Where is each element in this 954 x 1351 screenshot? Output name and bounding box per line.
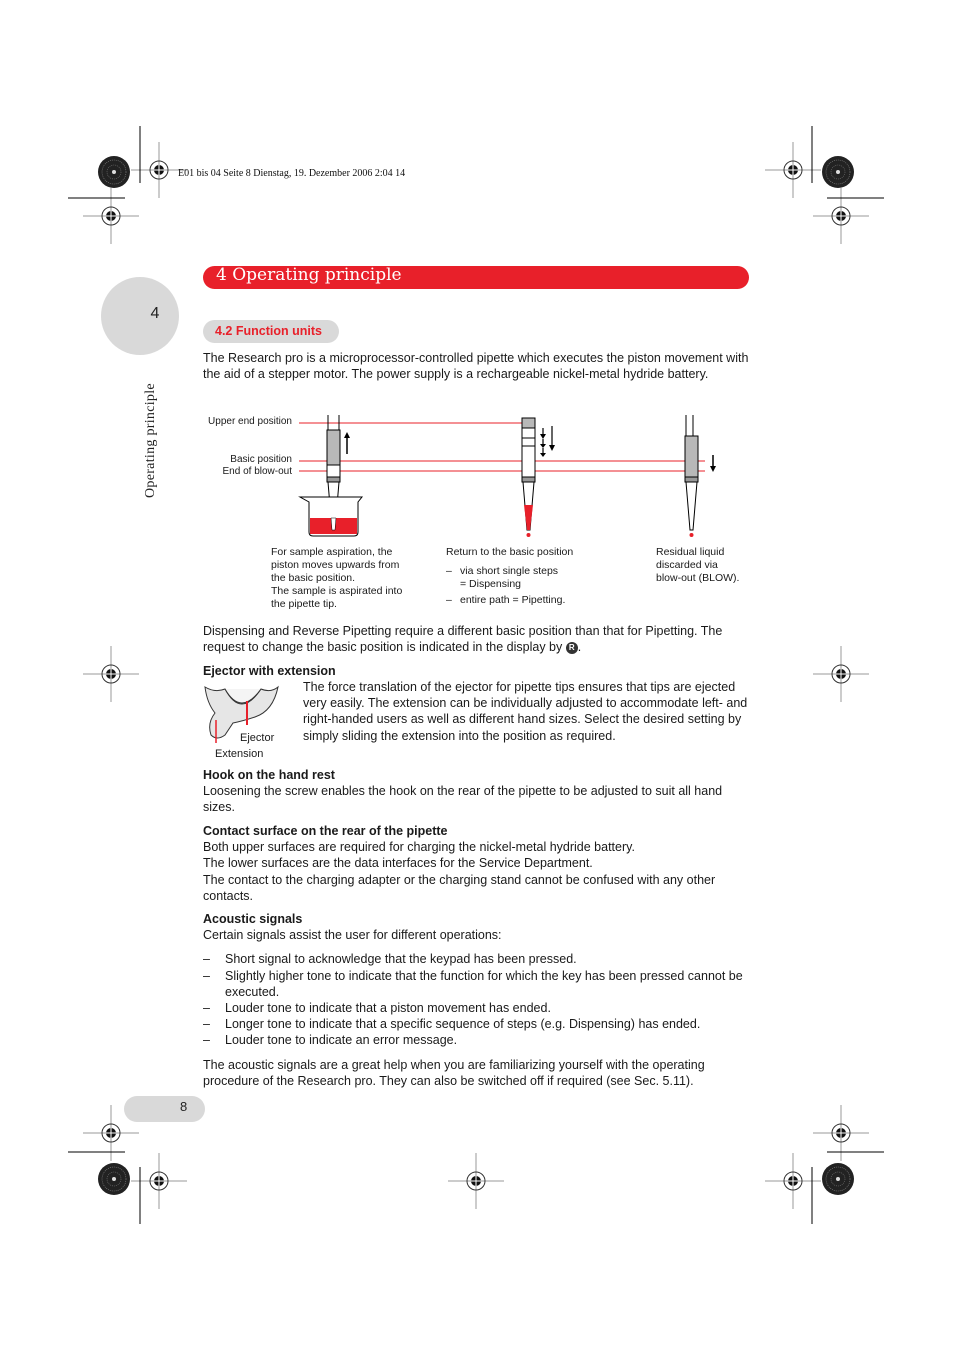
- r-display-icon: R: [565, 641, 578, 654]
- caption-aspiration: For sample aspiration, the piston moves …: [271, 546, 403, 610]
- label-basic-position: Basic position: [230, 454, 292, 465]
- contact-section: Contact surface on the rear of the pipet…: [203, 823, 753, 904]
- registration-mark-icon: [447, 1152, 505, 1210]
- dispensing-note: Dispensing and Reverse Pipetting require…: [203, 624, 723, 655]
- acoustic-heading: Acoustic signals: [203, 912, 303, 926]
- list-item: – Louder tone to indicate that a piston m…: [203, 1001, 551, 1016]
- list-item: – Longer tone to indicate that a specific…: [203, 1017, 701, 1032]
- registration-mark-icon: [130, 1152, 188, 1210]
- registration-mark-icon: [764, 141, 822, 199]
- registration-mark-icon: [812, 645, 870, 703]
- caption-blowout: Residual liquid discarded via blow-out (…: [656, 546, 740, 584]
- pipette-blowout: [684, 415, 716, 537]
- color-target-icon: [97, 155, 131, 189]
- intro-paragraph: The Research pro is a microprocessor-con…: [203, 350, 753, 382]
- pipette-aspiration: [298, 415, 364, 537]
- print-header: E01 bis 04 Seite 8 Dienstag, 19. Dezembe…: [178, 168, 406, 179]
- arrow-down-icon: [540, 434, 555, 457]
- ejector-heading: Ejector with extension: [203, 664, 336, 678]
- chapter-title: 4 Operating principle: [216, 265, 402, 285]
- color-target-icon: [821, 155, 855, 189]
- label-ejector: Ejector: [240, 732, 275, 744]
- color-target-icon: [97, 1162, 131, 1196]
- function-diagram: Upper end position Basic position End of…: [200, 410, 760, 620]
- side-chapter-title: Operating principle: [143, 383, 158, 498]
- section-title: 4.2 Function units: [215, 324, 322, 338]
- registration-mark-icon: [812, 1104, 870, 1162]
- pipette-diagram: [298, 415, 716, 537]
- registration-mark-icon: [82, 645, 140, 703]
- pipette-dispensing: [521, 417, 555, 537]
- chapter-tab-number: 4: [150, 305, 160, 322]
- registration-mark-icon: [82, 187, 140, 245]
- registration-mark-icon: [812, 187, 870, 245]
- contact-heading: Contact surface on the rear of the pipet…: [203, 824, 448, 838]
- acoustic-signal-list: – Short signal to acknowledge that the ke…: [203, 951, 753, 1048]
- caption-return: Return to the basic position – via short…: [446, 546, 574, 606]
- list-item: – Slightly higher tone to indicate that t…: [203, 968, 743, 999]
- acoustic-closing: The acoustic signals are a great help wh…: [203, 1057, 705, 1088]
- page-number: 8: [180, 1099, 188, 1114]
- page-number-pill: [124, 1096, 205, 1122]
- registration-mark-icon: [764, 1152, 822, 1210]
- list-item: – Louder tone to indicate an error messag…: [203, 1033, 458, 1048]
- list-item: – Short signal to acknowledge that the ke…: [203, 952, 577, 967]
- label-end-of-blow-out: End of blow-out: [222, 466, 293, 477]
- ejector-paragraph: The force translation of the ejector for…: [303, 680, 748, 743]
- intro-text: The Research pro is a microprocessor-con…: [203, 351, 749, 382]
- label-upper-end-position: Upper end position: [208, 416, 292, 427]
- hook-section: Hook on the hand rest Loosening the scre…: [203, 767, 753, 816]
- hook-text: Loosening the screw enables the hook on …: [203, 784, 723, 815]
- hook-heading: Hook on the hand rest: [203, 768, 335, 782]
- color-target-icon: [821, 1162, 855, 1196]
- acoustic-section: Acoustic signals Certain signals assist …: [203, 911, 753, 1089]
- label-extension: Extension: [215, 748, 264, 760]
